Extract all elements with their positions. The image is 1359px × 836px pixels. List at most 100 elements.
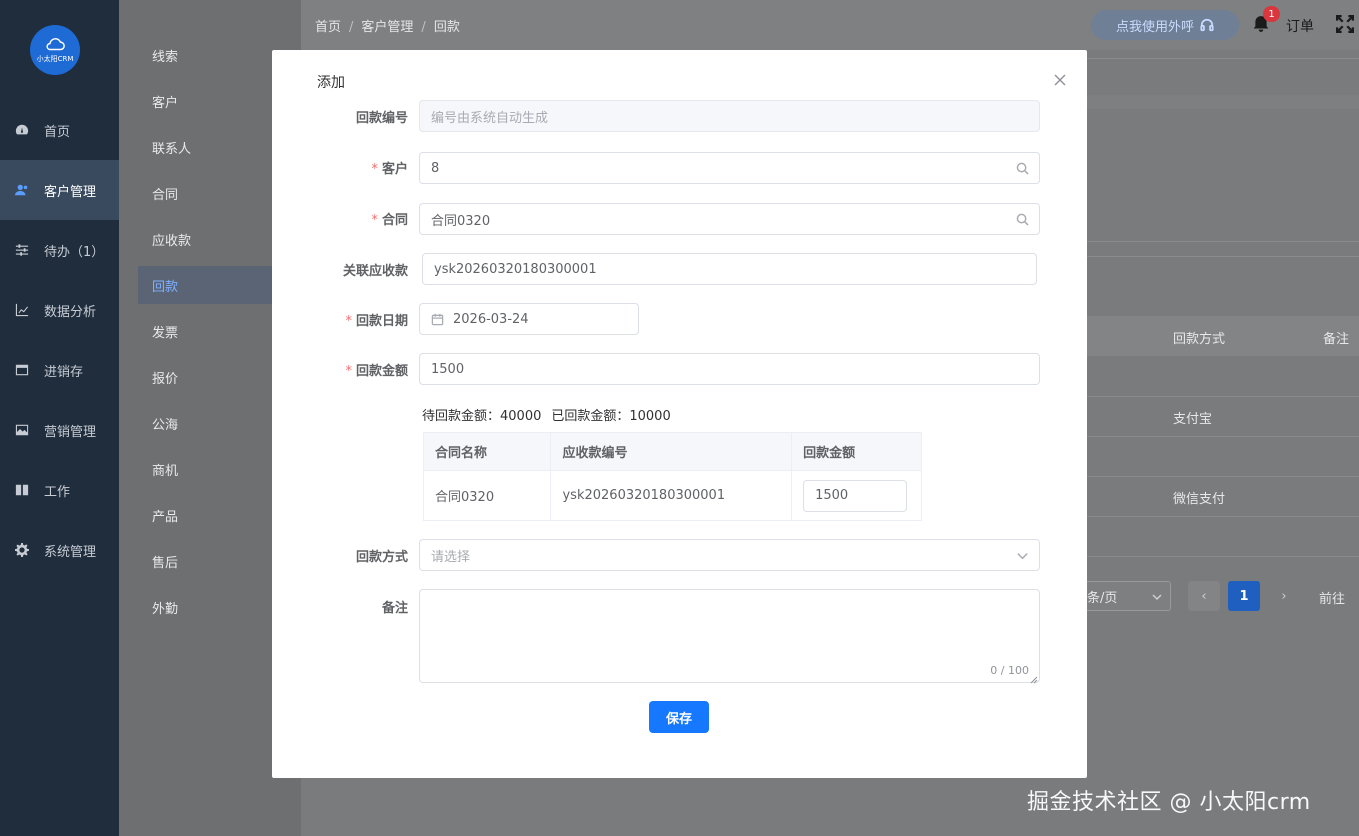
- breadcrumb-payments: 回款: [433, 20, 460, 35]
- app-logo[interactable]: 小太阳CRM: [30, 25, 80, 75]
- cell-receivable-no: ysk20260320180300001: [550, 470, 793, 521]
- payment-amount-label: * 回款金额: [345, 364, 408, 379]
- nav-item-customer-management[interactable]: 客户管理: [0, 160, 119, 220]
- add-payment-dialog: 添加 回款编号 编号由系统自动生成 * 客户 8 * 合同 合同0320 关联应收款…: [272, 50, 1087, 778]
- page-size-select[interactable]: 条/页: [1081, 581, 1171, 611]
- col-payment-amount: 回款金额: [791, 432, 922, 471]
- nav-item-marketing[interactable]: 营销管理: [0, 400, 119, 460]
- close-icon[interactable]: [1052, 72, 1068, 88]
- amount-summary: 待回款金额：40000 已回款金额：10000: [422, 405, 671, 424]
- receivable-value: ysk20260320180300001: [434, 261, 597, 277]
- window-icon: [14, 362, 30, 378]
- contract-value: 合同0320: [431, 213, 491, 229]
- sidebar: 小太阳CRM 首页 客户管理 待办（1） 数据分析 进销存 营销管理 工作 系统…: [0, 0, 119, 836]
- breadcrumb-home[interactable]: 首页: [315, 20, 341, 35]
- payment-no-label: 回款编号: [355, 111, 408, 126]
- remark-counter: 0 / 100: [990, 664, 1029, 677]
- submenu-item-products[interactable]: 产品: [138, 496, 272, 534]
- contract-label: * 合同: [371, 213, 408, 228]
- prev-page-button[interactable]: ‹: [1188, 581, 1220, 611]
- nav-item-home[interactable]: 首页: [0, 100, 119, 160]
- users-icon: [14, 182, 30, 198]
- submenu-item-field-work[interactable]: 外勤: [138, 588, 272, 626]
- customer-value: 8: [431, 160, 440, 176]
- submenu-item-public-pool[interactable]: 公海: [138, 404, 272, 442]
- top-bar: 首页 / 客户管理 / 回款 点我使用外呼 1 订单: [301, 0, 1359, 50]
- customer-input[interactable]: 8: [419, 152, 1040, 184]
- cloud-icon: [46, 38, 65, 51]
- bg-cell-method: 微信支付: [1173, 492, 1226, 507]
- nav-item-todo[interactable]: 待办（1）: [0, 220, 119, 280]
- cell-amount: 1500: [791, 470, 922, 521]
- dashboard-icon: [14, 122, 30, 138]
- receivable-input[interactable]: ysk20260320180300001: [422, 253, 1037, 285]
- payment-date-picker[interactable]: 2026-03-24: [419, 303, 639, 335]
- submenu-item-after-sales[interactable]: 售后: [138, 542, 272, 580]
- payment-date-value: 2026-03-24: [453, 311, 529, 327]
- headset-icon: [1200, 18, 1214, 32]
- table-row: 合同0320 ysk20260320180300001 1500: [422, 470, 922, 521]
- image-icon: [14, 422, 30, 438]
- breadcrumb-customer-management[interactable]: 客户管理: [361, 20, 413, 35]
- order-link[interactable]: 订单: [1286, 16, 1314, 36]
- watermark: 掘金技术社区 @ 小太阳crm: [1027, 790, 1311, 815]
- chevron-down-icon: [1016, 549, 1029, 562]
- gear-icon: [14, 542, 30, 558]
- resize-handle-icon[interactable]: [1030, 673, 1038, 684]
- nav-item-work[interactable]: 工作: [0, 460, 119, 520]
- contract-input[interactable]: 合同0320: [419, 203, 1040, 235]
- row-amount-value: 1500: [815, 488, 849, 503]
- col-receivable-no: 应收款编号: [550, 432, 793, 471]
- nav-label: 营销管理: [44, 424, 97, 440]
- line-chart-icon: [14, 302, 30, 318]
- nav-item-data-analysis[interactable]: 数据分析: [0, 280, 119, 340]
- pending-amount: 待回款金额：40000: [422, 409, 542, 424]
- received-amount: 已回款金额：10000: [551, 409, 671, 424]
- row-amount-input[interactable]: 1500: [803, 479, 908, 512]
- submenu-item-invoices[interactable]: 发票: [138, 312, 272, 350]
- payment-method-label: 回款方式: [355, 550, 408, 565]
- sliders-icon: [14, 242, 30, 258]
- chevron-left-icon: ‹: [1201, 588, 1207, 604]
- calendar-icon: [431, 313, 444, 326]
- submenu-item-contracts[interactable]: 合同: [138, 174, 272, 212]
- bg-col-remark: 备注: [1323, 332, 1350, 347]
- search-icon[interactable]: [1016, 162, 1029, 175]
- search-icon[interactable]: [1016, 213, 1029, 226]
- submenu-item-receivables[interactable]: 应收款: [138, 220, 272, 258]
- next-page-button[interactable]: ›: [1268, 581, 1300, 611]
- chevron-down-icon: [1152, 594, 1162, 601]
- chevron-right-icon: ›: [1281, 588, 1287, 604]
- remark-label: 备注: [381, 601, 408, 616]
- submenu-item-customers[interactable]: 客户: [138, 82, 272, 120]
- nav-label: 首页: [44, 124, 71, 140]
- bg-col-method: 回款方式: [1173, 332, 1226, 347]
- nav-item-inventory[interactable]: 进销存: [0, 340, 119, 400]
- nav-item-system-management[interactable]: 系统管理: [0, 520, 119, 580]
- submenu-item-quotes[interactable]: 报价: [138, 358, 272, 396]
- call-button-label: 点我使用外呼: [1115, 19, 1194, 35]
- logo-text: 小太阳CRM: [36, 55, 74, 63]
- remark-textarea[interactable]: 0 / 100: [419, 589, 1040, 684]
- payment-date-label: * 回款日期: [345, 314, 408, 329]
- fullscreen-icon[interactable]: [1336, 15, 1354, 33]
- payment-method-select[interactable]: 请选择: [419, 539, 1040, 571]
- page-button-current[interactable]: 1: [1228, 581, 1260, 611]
- payment-amount-value: 1500: [431, 361, 465, 377]
- save-button[interactable]: 保存: [649, 701, 709, 733]
- book-icon: [14, 482, 30, 498]
- submenu-item-leads[interactable]: 线索: [138, 36, 272, 74]
- breadcrumb: 首页 / 客户管理 / 回款: [315, 20, 460, 35]
- receivable-label: 关联应收款: [342, 264, 408, 279]
- nav-label: 进销存: [44, 364, 84, 380]
- submenu-item-opportunities[interactable]: 商机: [138, 450, 272, 488]
- cell-contract-name: 合同0320: [422, 470, 552, 521]
- col-contract-name: 合同名称: [422, 432, 552, 471]
- submenu-item-contacts[interactable]: 联系人: [138, 128, 272, 166]
- payment-amount-input[interactable]: 1500: [419, 353, 1040, 385]
- submenu-item-payments[interactable]: 回款: [138, 266, 272, 304]
- nav-label: 工作: [44, 484, 71, 500]
- outbound-call-button[interactable]: 点我使用外呼: [1091, 10, 1239, 40]
- nav-label: 数据分析: [44, 304, 97, 320]
- goto-label: 前往: [1319, 592, 1346, 607]
